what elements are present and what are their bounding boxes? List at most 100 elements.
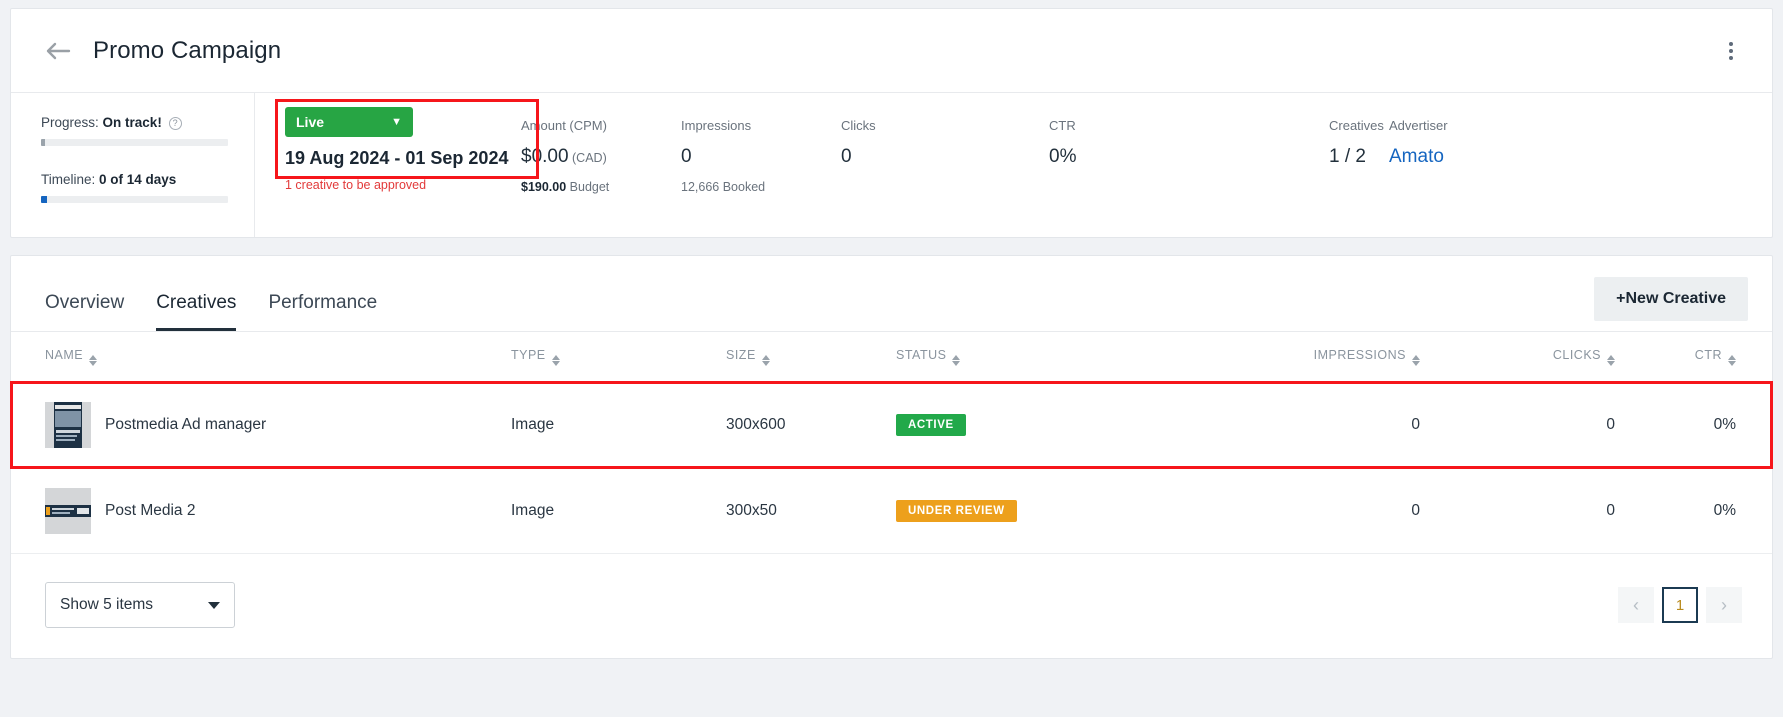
metric-label: Clicks (841, 118, 876, 133)
tab-performance[interactable]: Performance (268, 292, 377, 331)
metric-value: 1 / 2 (1329, 146, 1366, 167)
column-header-status[interactable]: STATUS (896, 332, 1206, 382)
cell-name: Post Media 2 (11, 467, 511, 554)
kebab-menu-icon[interactable] (1714, 34, 1748, 68)
metric-value: $0.00 (CAD) (521, 146, 607, 167)
sort-arrows-icon[interactable] (1412, 355, 1420, 366)
back-arrow-icon[interactable] (41, 34, 75, 68)
tab-bar: Overview Creatives Performance +New Creati… (11, 256, 1772, 332)
metrics-group: Amount (CPM) $0.00 (CAD) $190.00 Budget Imp… (521, 93, 1772, 237)
status-dropdown-label: Live (296, 114, 325, 130)
cell-type: Image (511, 381, 726, 468)
cell-type: Image (511, 467, 726, 554)
campaign-summary-card: Promo Campaign Progress: On track! ? Tim… (10, 8, 1773, 238)
cell-impressions: 0 (1206, 381, 1456, 468)
metric-value: 0 (841, 146, 852, 167)
page-title: Promo Campaign (93, 36, 282, 64)
progress-label-prefix: Progress: (41, 115, 99, 130)
sort-arrows-icon[interactable] (1728, 355, 1736, 366)
progress-label-value: On track! (102, 115, 162, 130)
creatives-table: NAME TYPE SIZE STATUS IMPRESSIONS CLICKS CTR P… (10, 332, 1773, 554)
metric-currency: (CAD) (568, 151, 607, 165)
metric-amount-cpm: Amount (CPM) $0.00 (CAD) $190.00 Budget (521, 118, 681, 237)
table-row[interactable]: Postmedia Ad manager Image 300x600 ACTIVE 0 0… (10, 380, 1773, 469)
page-number-button[interactable]: 1 (1662, 587, 1698, 623)
metric-value[interactable]: Amato (1389, 146, 1448, 168)
column-header-size[interactable]: SIZE (726, 332, 896, 382)
timeline-label-value: 0 of 14 days (99, 172, 177, 187)
metric-value: 0% (1049, 146, 1077, 167)
campaign-header: Promo Campaign (11, 9, 1772, 93)
metric-creatives: Creatives 1 / 2 (1329, 118, 1389, 237)
metric-sub: $190.00 Budget (521, 180, 610, 194)
cell-impressions: 0 (1206, 467, 1456, 554)
cell-size: 300x50 (726, 467, 896, 554)
tab-overview[interactable]: Overview (45, 292, 124, 331)
timeline-bar (41, 196, 228, 203)
pagination: ‹ 1 › (1618, 587, 1742, 623)
chevron-down-icon (208, 601, 220, 609)
new-creative-label: New Creative (1625, 290, 1727, 307)
creative-name: Post Media 2 (105, 501, 196, 519)
metric-label: Impressions (681, 118, 752, 133)
page-size-select[interactable]: Show 5 items (45, 582, 235, 628)
column-header-clicks[interactable]: CLICKS (1456, 332, 1651, 382)
timeline-label: Timeline: 0 of 14 days (41, 172, 228, 187)
metric-label: CTR (1049, 118, 1076, 133)
status-badge: ACTIVE (896, 413, 966, 436)
sort-arrows-icon[interactable] (952, 355, 961, 366)
cell-clicks: 0 (1456, 381, 1651, 468)
creative-approval-warning: 1 creative to be approved (285, 178, 427, 192)
metric-ctr: CTR 0% (1049, 118, 1329, 237)
chevron-down-icon: ▼ (391, 116, 402, 128)
cell-name: Postmedia Ad manager (11, 381, 511, 468)
metric-impressions: Impressions 0 12,666 Booked (681, 118, 841, 237)
metric-clicks: Clicks 0 (841, 118, 1049, 237)
sort-arrows-icon[interactable] (1607, 355, 1615, 366)
cell-clicks: 0 (1456, 467, 1651, 554)
help-circle-icon[interactable]: ? (168, 117, 182, 130)
column-header-ctr[interactable]: CTR (1651, 332, 1772, 382)
sort-arrows-icon[interactable] (761, 355, 770, 366)
page-size-label: Show 5 items (60, 596, 154, 613)
cell-ctr: 0% (1651, 467, 1772, 554)
timeline-label-prefix: Timeline: (41, 172, 96, 187)
cell-size: 300x600 (726, 381, 896, 468)
creative-thumbnail[interactable] (45, 487, 91, 534)
prev-page-button[interactable]: ‹ (1618, 587, 1654, 623)
new-creative-button[interactable]: +New Creative (1594, 277, 1748, 321)
table-body: Postmedia Ad manager Image 300x600 ACTIVE 0 0… (10, 380, 1773, 554)
campaign-stats-bar: Progress: On track! ? Timeline: 0 of 14 … (11, 93, 1772, 237)
cell-status: ACTIVE (896, 381, 1206, 468)
status-dropdown-button[interactable]: Live ▼ (285, 107, 413, 137)
creatives-card: Overview Creatives Performance +New Creati… (10, 255, 1773, 659)
creative-thumbnail[interactable] (45, 401, 91, 448)
metric-label: Creatives (1329, 118, 1384, 133)
progress-label: Progress: On track! ? (41, 115, 228, 130)
status-section: Live ▼ 19 Aug 2024 - 01 Sep 2024 1 creat… (255, 93, 539, 237)
plus-icon: + (1616, 290, 1626, 307)
progress-bar (41, 139, 228, 146)
sort-arrows-icon[interactable] (89, 355, 98, 366)
metric-advertiser: Advertiser Amato (1389, 118, 1448, 237)
metric-label: Amount (CPM) (521, 118, 607, 133)
metric-value: 0 (681, 146, 692, 167)
table-header-row: NAME TYPE SIZE STATUS IMPRESSIONS CLICKS CTR (11, 332, 1772, 382)
progress-section: Progress: On track! ? Timeline: 0 of 14 … (11, 93, 255, 237)
tab-creatives[interactable]: Creatives (156, 292, 237, 331)
metric-label: Advertiser (1389, 118, 1448, 133)
table-row[interactable]: Post Media 2 Image 300x50 UNDER REVIEW 0 0 0% (11, 467, 1772, 554)
status-badge: UNDER REVIEW (896, 499, 1017, 522)
campaign-date-range: 19 Aug 2024 - 01 Sep 2024 (285, 148, 509, 168)
column-header-name[interactable]: NAME (11, 332, 511, 382)
cell-ctr: 0% (1651, 381, 1772, 468)
column-header-type[interactable]: TYPE (511, 332, 726, 382)
table-footer: Show 5 items ‹ 1 › (11, 554, 1772, 658)
cell-status: UNDER REVIEW (896, 467, 1206, 554)
campaign-detail-page: Promo Campaign Progress: On track! ? Tim… (0, 0, 1783, 717)
column-header-impressions[interactable]: IMPRESSIONS (1206, 332, 1456, 382)
next-page-button[interactable]: › (1706, 587, 1742, 623)
sort-arrows-icon[interactable] (551, 355, 560, 366)
metric-sub: 12,666 Booked (681, 180, 766, 194)
creative-name: Postmedia Ad manager (105, 415, 267, 433)
